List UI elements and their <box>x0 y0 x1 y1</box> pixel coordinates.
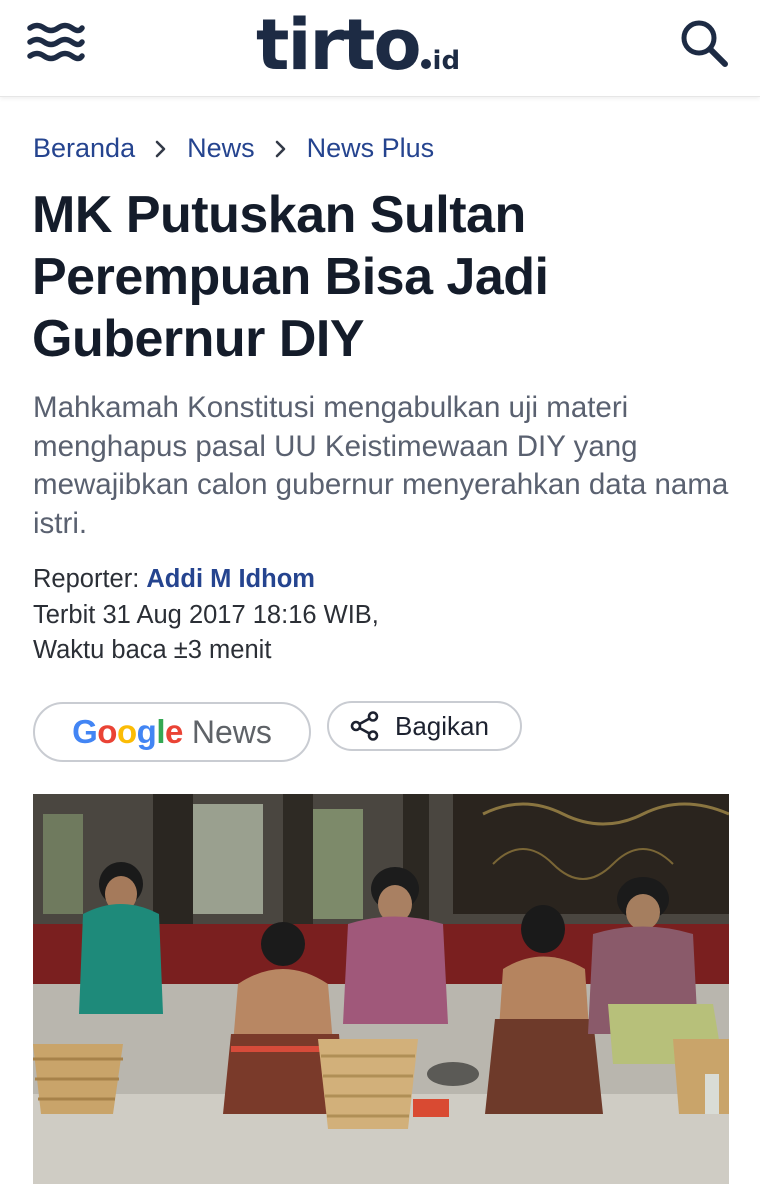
logo-wordmark: tirto <box>256 4 422 86</box>
wave-menu-icon[interactable] <box>27 20 85 66</box>
breadcrumb-item-beranda[interactable]: Beranda <box>33 133 135 164</box>
logo-suffix: id <box>432 46 461 76</box>
reporter-name-link[interactable]: Addi M Idhom <box>146 565 315 593</box>
search-icon[interactable] <box>679 18 731 70</box>
logo-dot <box>420 59 431 69</box>
breadcrumb-item-news-plus[interactable]: News Plus <box>307 133 435 164</box>
share-label: Bagikan <box>395 710 489 741</box>
reporter-label: Reporter: <box>33 565 140 593</box>
google-news-button[interactable]: Google News <box>33 702 311 762</box>
top-bar: tirto id <box>0 0 760 97</box>
share-icon <box>350 711 379 741</box>
google-wordmark: Google <box>72 713 183 750</box>
published-date: Terbit 31 Aug 2017 18:16 WIB, <box>33 600 379 629</box>
article-lede: Mahkamah Konstitusi mengabulkan uji mate… <box>33 391 729 540</box>
breadcrumb: Beranda News News Plus <box>33 130 434 166</box>
article-title: MK Putuskan Sultan Perempuan Bisa Jadi G… <box>32 186 549 368</box>
google-news-label: News <box>191 713 272 750</box>
chevron-right-icon <box>135 133 187 164</box>
share-button[interactable]: Bagikan <box>327 701 522 751</box>
breadcrumb-item-news[interactable]: News <box>187 133 255 164</box>
read-time: Waktu baca ±3 menit <box>33 636 272 664</box>
article-meta: Reporter: Addi M Idhom Terbit 31 Aug 201… <box>33 562 379 669</box>
chevron-right-icon <box>255 133 307 164</box>
hero-image <box>33 794 729 1184</box>
reporter-line: Reporter: Addi M Idhom <box>33 562 379 598</box>
site-logo[interactable]: tirto id <box>256 4 460 86</box>
